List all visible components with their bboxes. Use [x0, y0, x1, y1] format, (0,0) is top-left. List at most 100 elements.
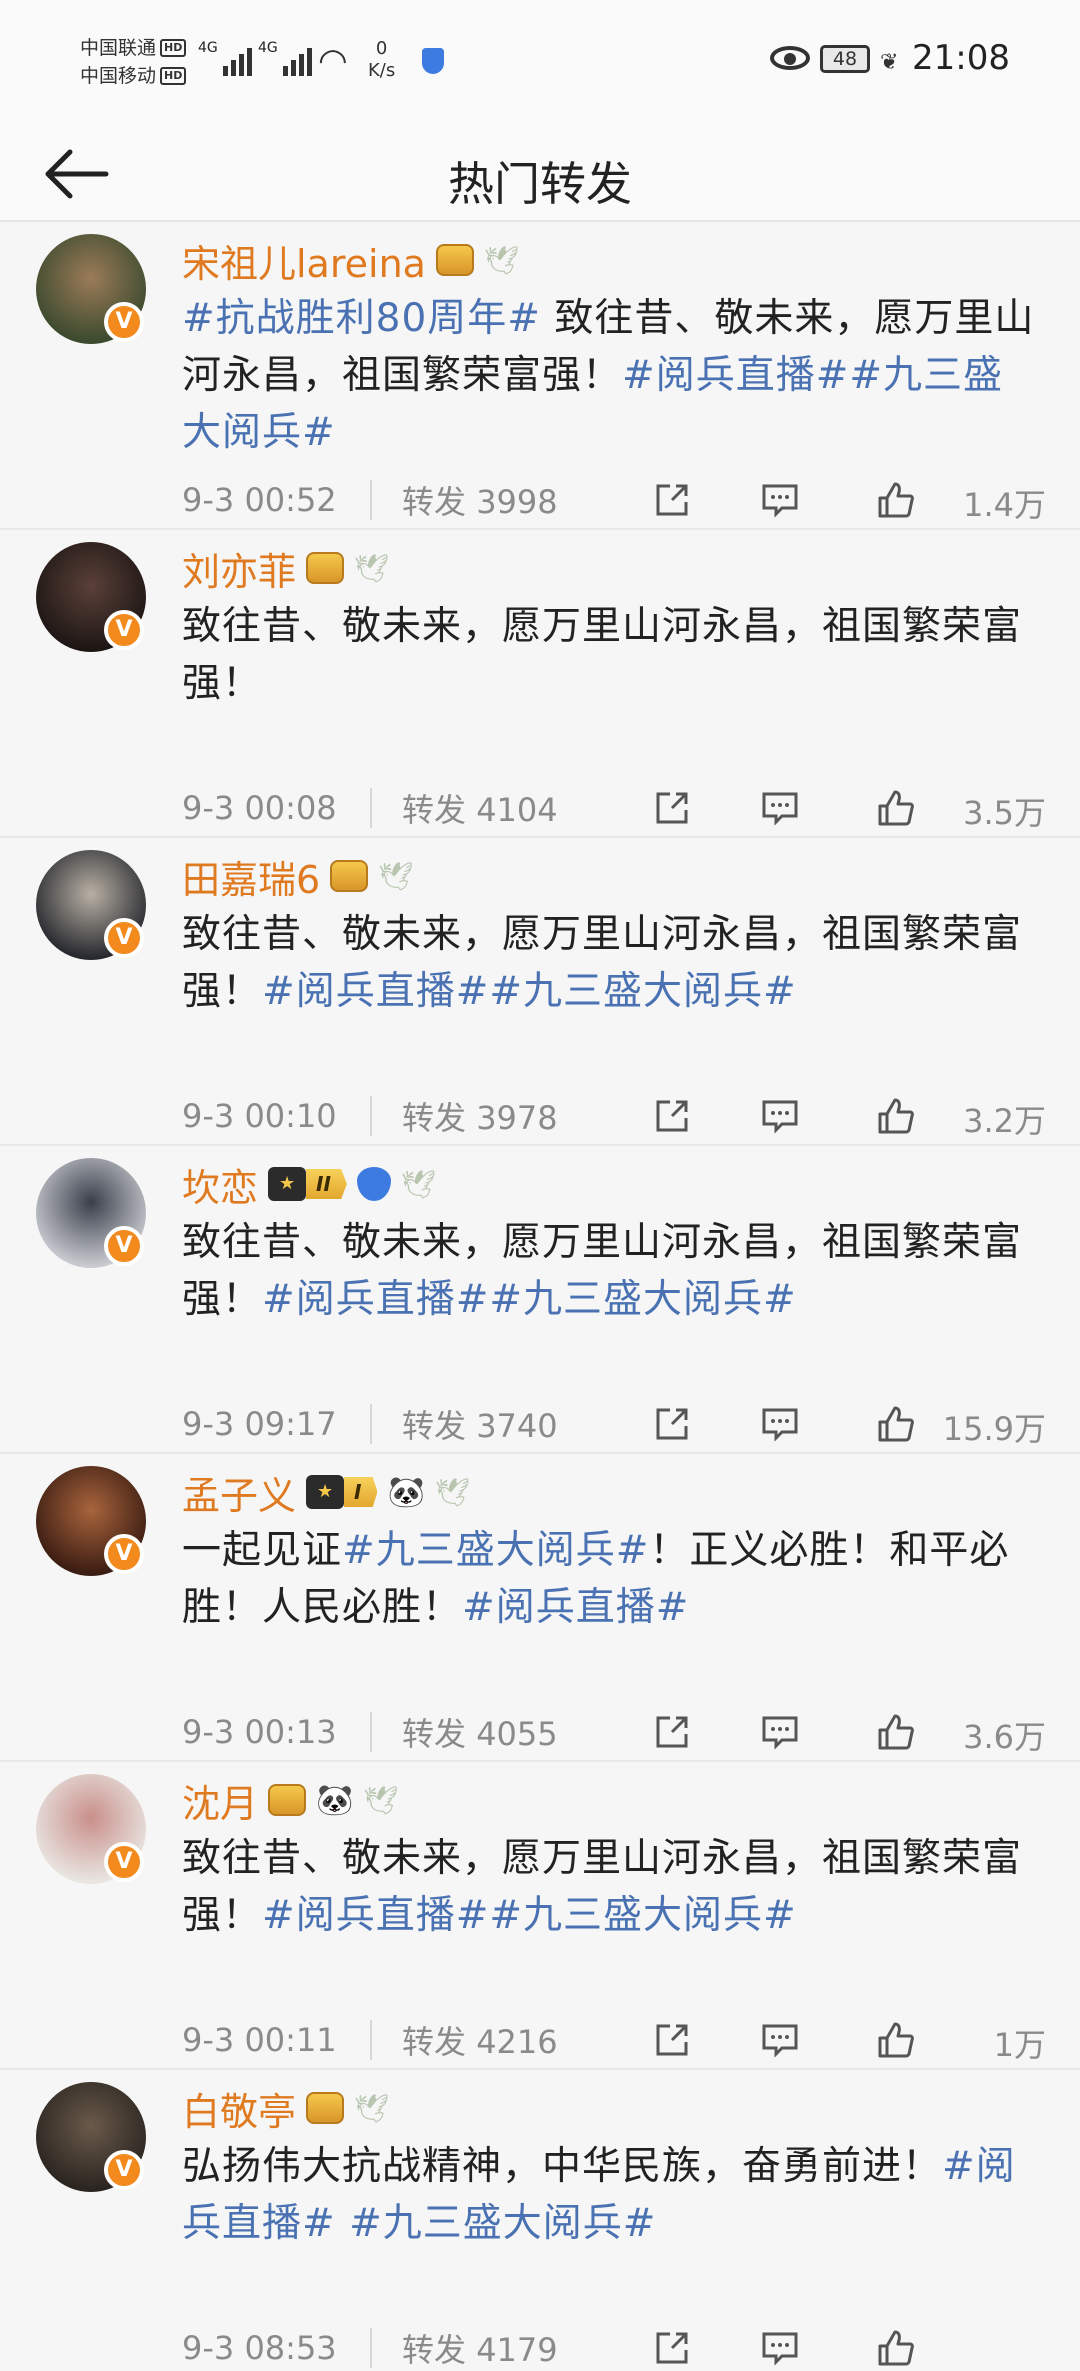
like-icon[interactable]: [876, 1096, 916, 1136]
text-segment: [336, 2201, 349, 2246]
repost-number: 3740: [476, 1407, 558, 1445]
verified-icon: V: [104, 1226, 144, 1266]
post-meta: 9-3 00:11 转发 4216 1万: [182, 2020, 1046, 2064]
topic-link[interactable]: #抗战胜利80周年#: [182, 296, 541, 341]
comment-icon[interactable]: [760, 788, 800, 828]
topic-link[interactable]: #阅兵直播#: [262, 1893, 489, 1938]
signal-icon: 4G: [258, 40, 312, 76]
rank-badge-icon: ★ II: [268, 1167, 347, 1201]
dove-icon: 🕊: [354, 2091, 390, 2125]
repost-count: 转发 3740: [402, 1401, 640, 1447]
divider: [370, 2020, 372, 2060]
share-icon[interactable]: [652, 480, 692, 520]
panda-icon: 🐼: [316, 1782, 354, 1818]
like-count: 3.5万: [963, 794, 1046, 832]
post-time: 9-3 09:17: [182, 1405, 337, 1443]
like-icon[interactable]: [876, 1404, 916, 1444]
carrier-2: 中国移动: [80, 65, 157, 87]
eye-icon: [770, 46, 810, 70]
like-count: 3.6万: [963, 1718, 1046, 1756]
repost-count: 转发 3998: [402, 477, 640, 523]
divider: [370, 2328, 372, 2368]
topic-link[interactable]: #阅兵直播#: [262, 969, 489, 1014]
post-meta: 9-3 00:08 转发 4104 3.5万: [182, 785, 1046, 832]
like-icon[interactable]: [876, 788, 916, 828]
post-meta: 9-3 00:13 转发 4055 3.6万: [182, 1712, 1046, 1756]
post-time: 9-3 00:10: [182, 1097, 337, 1135]
list-item[interactable]: V 坎恋 ★ II 🕊 致往昔、敬未来，愿万里山河永昌，祖国繁荣富强！#阅兵直播##九三盛…: [0, 1146, 1080, 1454]
share-icon[interactable]: [652, 2020, 692, 2060]
dove-icon: 🕊: [400, 1167, 437, 1201]
repost-count: 转发 3978: [402, 1093, 640, 1139]
share-icon[interactable]: [652, 1404, 692, 1444]
repost-label: 转发: [402, 2023, 467, 2061]
user-name[interactable]: 刘亦菲: [182, 541, 296, 596]
like-count: 15.9万: [942, 1410, 1046, 1448]
post-text: 致往昔、敬未来，愿万里山河永昌，祖国繁荣富强！: [182, 598, 1042, 712]
list-item[interactable]: V 宋祖儿lareina 🕊 #抗战胜利80周年# 致往昔、敬未来，愿万里山河永昌，祖…: [0, 222, 1080, 530]
user-name[interactable]: 田嘉瑞6: [182, 849, 320, 904]
share-icon[interactable]: [652, 1712, 692, 1752]
text-segment: 致往昔、敬未来，愿万里山河永昌，祖国繁荣富强！: [182, 604, 1023, 706]
comment-icon[interactable]: [760, 480, 800, 520]
repost-number: 4216: [476, 2023, 558, 2061]
repost-label: 转发: [402, 1715, 467, 1753]
user-name[interactable]: 沈月: [182, 1773, 258, 1828]
list-item[interactable]: V 沈月 🐼 🕊 致往昔、敬未来，愿万里山河永昌，祖国繁荣富强！#阅兵直播##九三盛大阅…: [0, 1762, 1080, 2070]
like-icon[interactable]: [876, 2328, 916, 2368]
repost-label: 转发: [402, 1407, 467, 1445]
user-name[interactable]: 白敬亭: [182, 2081, 296, 2136]
comment-icon[interactable]: [760, 1404, 800, 1444]
like-icon[interactable]: [876, 480, 916, 520]
post-time: 9-3 00:08: [182, 789, 337, 827]
share-icon[interactable]: [652, 788, 692, 828]
list-item[interactable]: V 孟子义 ★ I 🐼 🕊 一起见证#九三盛大阅兵#！正义必胜！和平必胜！人民必胜！#阅兵直…: [0, 1454, 1080, 1762]
topic-link[interactable]: #九三盛大阅兵#: [342, 1528, 649, 1573]
post-text: #抗战胜利80周年# 致往昔、敬未来，愿万里山河永昌，祖国繁荣富强！#阅兵直播#…: [182, 290, 1042, 461]
verified-icon: V: [104, 302, 144, 342]
list-item[interactable]: V 白敬亭 🕊 弘扬伟大抗战精神，中华民族，奋勇前进！#阅兵直播# #九三盛大阅兵# 9…: [0, 2070, 1080, 2371]
divider: [370, 1404, 372, 1444]
dove-icon: 🕊: [378, 859, 414, 893]
repost-label: 转发: [402, 483, 467, 521]
verified-icon: V: [104, 1842, 144, 1882]
topic-link[interactable]: #九三盛大阅兵#: [349, 2201, 656, 2246]
comment-icon[interactable]: [760, 2328, 800, 2368]
crown-badge-icon: [306, 2092, 345, 2124]
repost-number: 4055: [476, 1715, 558, 1753]
list-item[interactable]: V 刘亦菲 🕊 致往昔、敬未来，愿万里山河永昌，祖国繁荣富强！ 9-3 00:08 转发 …: [0, 530, 1080, 838]
dove-icon: 🕊: [363, 1783, 399, 1817]
user-name[interactable]: 宋祖儿lareina: [182, 233, 426, 288]
list-item[interactable]: V 田嘉瑞6 🕊 致往昔、敬未来，愿万里山河永昌，祖国繁荣富强！#阅兵直播##九三盛大…: [0, 838, 1080, 1146]
signal-icon: 4G: [198, 40, 252, 76]
repost-count: 转发 4104: [402, 785, 640, 831]
share-icon[interactable]: [652, 2328, 692, 2368]
repost-label: 转发: [402, 2331, 467, 2369]
share-icon[interactable]: [652, 1096, 692, 1136]
post-text: 弘扬伟大抗战精神，中华民族，奋勇前进！#阅兵直播# #九三盛大阅兵#: [182, 2138, 1042, 2252]
post-text: 致往昔、敬未来，愿万里山河永昌，祖国繁荣富强！#阅兵直播##九三盛大阅兵#: [182, 1830, 1042, 1944]
user-name[interactable]: 孟子义: [182, 1465, 296, 1520]
topic-link[interactable]: #九三盛大阅兵#: [489, 1893, 796, 1938]
comment-icon[interactable]: [760, 2020, 800, 2060]
topic-link[interactable]: #九三盛大阅兵#: [489, 1277, 796, 1322]
wifi-icon: ◠: [318, 41, 348, 81]
topic-link[interactable]: #阅兵直播#: [622, 353, 849, 398]
repost-label: 转发: [402, 791, 467, 829]
user-name[interactable]: 坎恋: [182, 1157, 258, 1212]
topic-link[interactable]: #阅兵直播#: [462, 1585, 689, 1630]
repost-count: 转发 4179: [402, 2325, 640, 2371]
divider: [370, 788, 372, 828]
title-bar: 热门转发: [0, 128, 1080, 222]
like-icon[interactable]: [876, 1712, 916, 1752]
divider: [370, 1096, 372, 1136]
topic-link[interactable]: #阅兵直播#: [262, 1277, 489, 1322]
post-meta: 9-3 00:52 转发 3998 1.4万: [182, 477, 1046, 524]
topic-link[interactable]: #九三盛大阅兵#: [489, 969, 796, 1014]
comment-icon[interactable]: [760, 1096, 800, 1136]
like-icon[interactable]: [876, 2020, 916, 2060]
divider: [370, 480, 372, 520]
dove-icon: 🕊: [483, 243, 520, 277]
comment-icon[interactable]: [760, 1712, 800, 1752]
text-segment: 弘扬伟大抗战精神，中华民族，奋勇前进！: [182, 2144, 943, 2189]
